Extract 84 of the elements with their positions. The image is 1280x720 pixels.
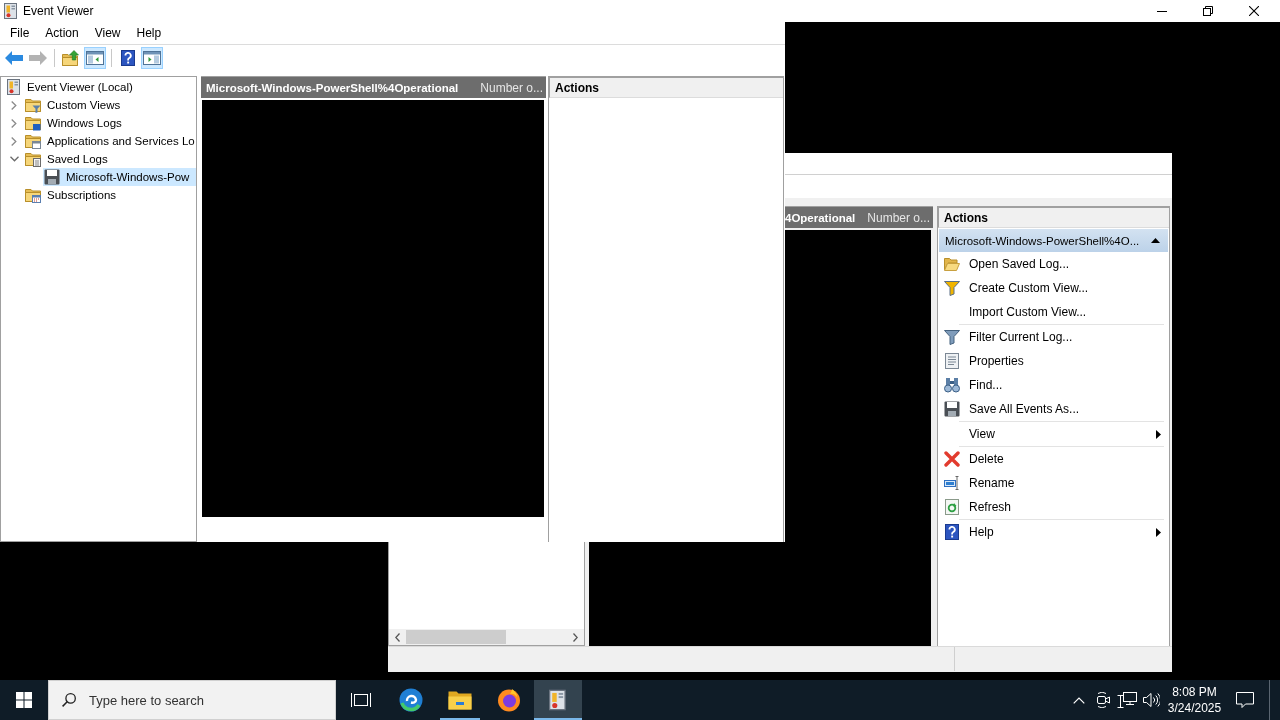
left-pane-icon [86, 49, 104, 66]
delete-icon [944, 451, 960, 467]
menu-item[interactable]: Help [128, 23, 170, 43]
command-link[interactable]: Delete [938, 447, 1169, 471]
camera-icon [1095, 692, 1111, 708]
taskbar-app[interactable] [534, 680, 582, 720]
tree-item[interactable]: Event Viewer (Local) [6, 78, 196, 96]
log-document-icon [4, 3, 18, 19]
folder-up-icon [62, 49, 80, 66]
column-header[interactable]: Number o... [867, 210, 930, 225]
command-link[interactable]: Create Custom View... [938, 276, 1169, 300]
chevron-right-icon[interactable] [11, 100, 17, 110]
notification-icon [1236, 692, 1254, 708]
command-link[interactable]: Find... [938, 373, 1169, 397]
column-header[interactable]: Number o... [480, 80, 543, 95]
filter-icon [944, 329, 960, 345]
minimize-icon [1157, 10, 1167, 12]
chevron-left-icon [395, 632, 400, 642]
tree-item[interactable]: Subscriptions [24, 186, 196, 204]
action-pane-button[interactable] [141, 46, 163, 69]
folder-icon [25, 115, 41, 131]
document-icon [944, 353, 960, 369]
window-title: Event Viewer [23, 4, 94, 18]
command-link[interactable]: View [938, 422, 1169, 446]
tree-item[interactable]: Windows Logs [24, 114, 196, 132]
command-link[interactable]: Filter Current Log... [938, 325, 1169, 349]
submenu-arrow-icon [1156, 429, 1161, 439]
tree-item[interactable]: Applications and Services Lo [24, 132, 196, 150]
chevron-right-icon[interactable] [11, 136, 17, 146]
command-link[interactable]: Refresh [938, 495, 1169, 519]
right-pane-icon [143, 49, 161, 66]
horizontal-scrollbar[interactable] [389, 629, 584, 645]
task-view-icon [351, 692, 371, 708]
menu-item[interactable]: Action [37, 23, 87, 43]
clock-time: 8:08 PM [1172, 684, 1217, 700]
close-icon [1249, 6, 1259, 16]
forward-arrow-icon [29, 50, 47, 65]
chevron-down-icon[interactable] [9, 156, 19, 162]
browser-icon [497, 688, 521, 712]
calendar-folder-icon [25, 187, 41, 203]
log-title: 4Operational [785, 211, 856, 224]
search-icon [62, 693, 76, 707]
clock-date: 3/24/2025 [1167, 700, 1222, 716]
actions-header: Actions [938, 206, 1169, 228]
filter-folder-icon [25, 97, 41, 113]
folder-icon [448, 690, 472, 710]
menu-item[interactable]: File [2, 23, 38, 43]
binoculars-icon [944, 377, 960, 393]
command-link[interactable]: Open Saved Log... [938, 252, 1169, 276]
log-document-icon [549, 689, 567, 711]
document-folder-icon [25, 151, 41, 167]
four-pane-logo-icon [16, 692, 32, 708]
command-link[interactable]: Help [938, 520, 1169, 544]
search-field[interactable]: Type here to search [48, 680, 336, 720]
command-link[interactable]: Properties [938, 349, 1169, 373]
chevron-right-icon[interactable] [11, 118, 17, 128]
chevron-right-icon [573, 632, 578, 642]
actions-header: Actions [549, 76, 783, 98]
section-header[interactable]: Microsoft-Windows-PowerShell%4O... [939, 229, 1168, 252]
submenu-arrow-icon [1156, 527, 1161, 537]
help-icon [945, 524, 959, 540]
command-link[interactable]: Save All Events As... [938, 397, 1169, 421]
command-link[interactable]: Rename [938, 471, 1169, 495]
console-tree-button[interactable] [84, 46, 106, 69]
chevron-up-icon [1073, 696, 1085, 704]
volume-icon [1142, 692, 1160, 708]
menu-item[interactable]: View [86, 23, 129, 43]
refresh-icon [944, 499, 960, 515]
tree-item[interactable]: Saved Logs [24, 150, 196, 168]
network-icon [1117, 692, 1137, 708]
swirl-browser-icon [399, 688, 423, 712]
log-title: Microsoft-Windows-PowerShell%4Operational [206, 81, 459, 94]
back-arrow-icon [5, 50, 23, 65]
restore-icon [1203, 6, 1213, 16]
command-link[interactable]: Import Custom View... [938, 300, 1169, 324]
scroll-thumb[interactable] [406, 630, 506, 644]
open-folder-icon [944, 256, 960, 272]
tree-item[interactable]: Microsoft-Windows-Pow [43, 168, 196, 186]
help-icon [121, 49, 135, 66]
window-folder-icon [25, 133, 41, 149]
text-cursor-icon [944, 475, 960, 491]
tree-item[interactable]: Custom Views [24, 96, 196, 114]
funnel-icon [944, 280, 960, 296]
log-document-icon [7, 79, 21, 95]
